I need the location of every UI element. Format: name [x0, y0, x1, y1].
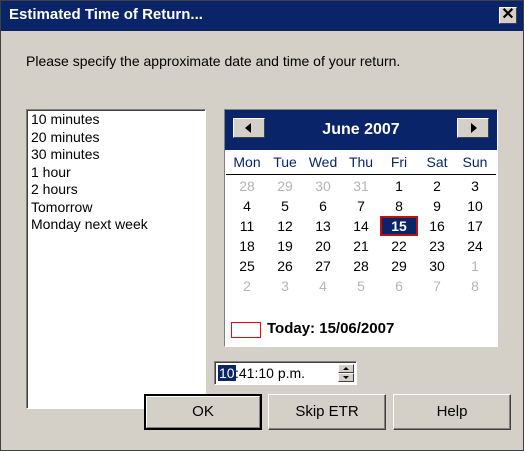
day-cell[interactable]: 29: [266, 176, 304, 196]
weekday-label: Sat: [426, 154, 448, 170]
list-item[interactable]: Tomorrow: [31, 199, 201, 217]
day-cell[interactable]: 5: [342, 276, 380, 296]
day-cell[interactable]: 20: [304, 236, 342, 256]
next-month-button[interactable]: [457, 118, 489, 138]
day-cell[interactable]: 24: [456, 236, 494, 256]
day-cell[interactable]: 30: [418, 256, 456, 276]
day-cell[interactable]: 28: [342, 256, 380, 276]
day-cell[interactable]: 8: [380, 196, 418, 216]
day-cell[interactable]: 1: [456, 256, 494, 276]
day-cell[interactable]: 3: [266, 276, 304, 296]
skip-etr-button-label: Skip ETR: [295, 403, 359, 420]
spin-up-button[interactable]: [338, 364, 354, 373]
today-label: Today: 15/06/2007: [267, 320, 395, 337]
day-cell[interactable]: 3: [456, 176, 494, 196]
today-marker-icon: [231, 322, 261, 338]
chevron-up-icon: [343, 367, 349, 370]
day-cell[interactable]: 4: [304, 276, 342, 296]
day-cell[interactable]: 25: [228, 256, 266, 276]
skip-etr-button[interactable]: Skip ETR: [268, 394, 386, 430]
arrow-right-icon: [471, 123, 477, 133]
day-cell[interactable]: 1: [380, 176, 418, 196]
day-cell[interactable]: 14: [342, 216, 380, 236]
day-cell[interactable]: 28: [228, 176, 266, 196]
day-cell[interactable]: 2: [418, 176, 456, 196]
ok-button-frame: [146, 396, 260, 428]
day-cell[interactable]: 22: [380, 236, 418, 256]
list-item[interactable]: 2 hours: [31, 181, 201, 199]
day-cell[interactable]: 6: [380, 276, 418, 296]
day-cell[interactable]: 7: [342, 196, 380, 216]
day-cell[interactable]: 10: [456, 196, 494, 216]
day-cell[interactable]: 5: [266, 196, 304, 216]
close-icon: ✕: [501, 6, 515, 23]
list-item[interactable]: 10 minutes: [31, 111, 201, 129]
day-cell[interactable]: 4: [228, 196, 266, 216]
list-item[interactable]: Monday next week: [31, 216, 201, 234]
instruction-text: Please specify the approximate date and …: [26, 53, 401, 69]
help-button[interactable]: Help: [393, 394, 511, 430]
day-cell[interactable]: 18: [228, 236, 266, 256]
day-cell[interactable]: 21: [342, 236, 380, 256]
day-cell[interactable]: 2: [228, 276, 266, 296]
day-cell[interactable]: 8: [456, 276, 494, 296]
time-hour-field[interactable]: 10: [218, 365, 236, 381]
day-cell[interactable]: 31: [342, 176, 380, 196]
day-cell[interactable]: 6: [304, 196, 342, 216]
day-cell[interactable]: 7: [418, 276, 456, 296]
day-cell[interactable]: 9: [418, 196, 456, 216]
title-bar[interactable]: Estimated Time of Return... ✕: [1, 1, 523, 31]
list-item[interactable]: 20 minutes: [31, 129, 201, 147]
time-spinner[interactable]: [338, 364, 354, 382]
weekday-label: Wed: [308, 154, 338, 170]
time-rest-field[interactable]: :41:10 p.m.: [235, 365, 305, 381]
close-button[interactable]: ✕: [499, 7, 517, 24]
calendar-header: June 2007: [225, 110, 497, 150]
weekday-label: Mon: [233, 154, 261, 170]
day-cell[interactable]: 26: [266, 256, 304, 276]
window-title: Estimated Time of Return...: [9, 6, 203, 23]
month-calendar[interactable]: June 2007 Mon Tue Wed Thu Fri Sat Sun 28 29 30 31…: [224, 109, 498, 347]
weekday-label: Sun: [462, 154, 488, 170]
weekday-label: Thu: [348, 154, 374, 170]
weekday-header: Mon Tue Wed Thu Fri Sat Sun: [226, 154, 496, 175]
day-cell[interactable]: 17: [456, 216, 494, 236]
day-cell[interactable]: 12: [266, 216, 304, 236]
weekday-label: Fri: [390, 154, 408, 170]
list-item[interactable]: 1 hour: [31, 164, 201, 182]
day-cell[interactable]: 13: [304, 216, 342, 236]
day-cell[interactable]: 23: [418, 236, 456, 256]
help-button-label: Help: [436, 403, 468, 420]
day-cell[interactable]: 11: [228, 216, 266, 236]
list-item[interactable]: 30 minutes: [31, 146, 201, 164]
etr-dialog: Estimated Time of Return... ✕ Please spe…: [0, 0, 524, 451]
selected-day-cell[interactable]: 15: [380, 216, 418, 236]
day-cell[interactable]: 16: [418, 216, 456, 236]
day-cell[interactable]: 27: [304, 256, 342, 276]
spin-down-button[interactable]: [338, 373, 354, 382]
time-picker[interactable]: 10 :41:10 p.m.: [214, 361, 357, 385]
ok-button[interactable]: OK: [144, 394, 262, 430]
day-cell[interactable]: 29: [380, 256, 418, 276]
weekday-label: Tue: [273, 154, 297, 170]
day-cell[interactable]: 19: [266, 236, 304, 256]
chevron-down-icon: [343, 376, 349, 379]
day-cell[interactable]: 30: [304, 176, 342, 196]
preset-listbox[interactable]: 10 minutes 20 minutes 30 minutes 1 hour 2 ho…: [26, 109, 206, 409]
